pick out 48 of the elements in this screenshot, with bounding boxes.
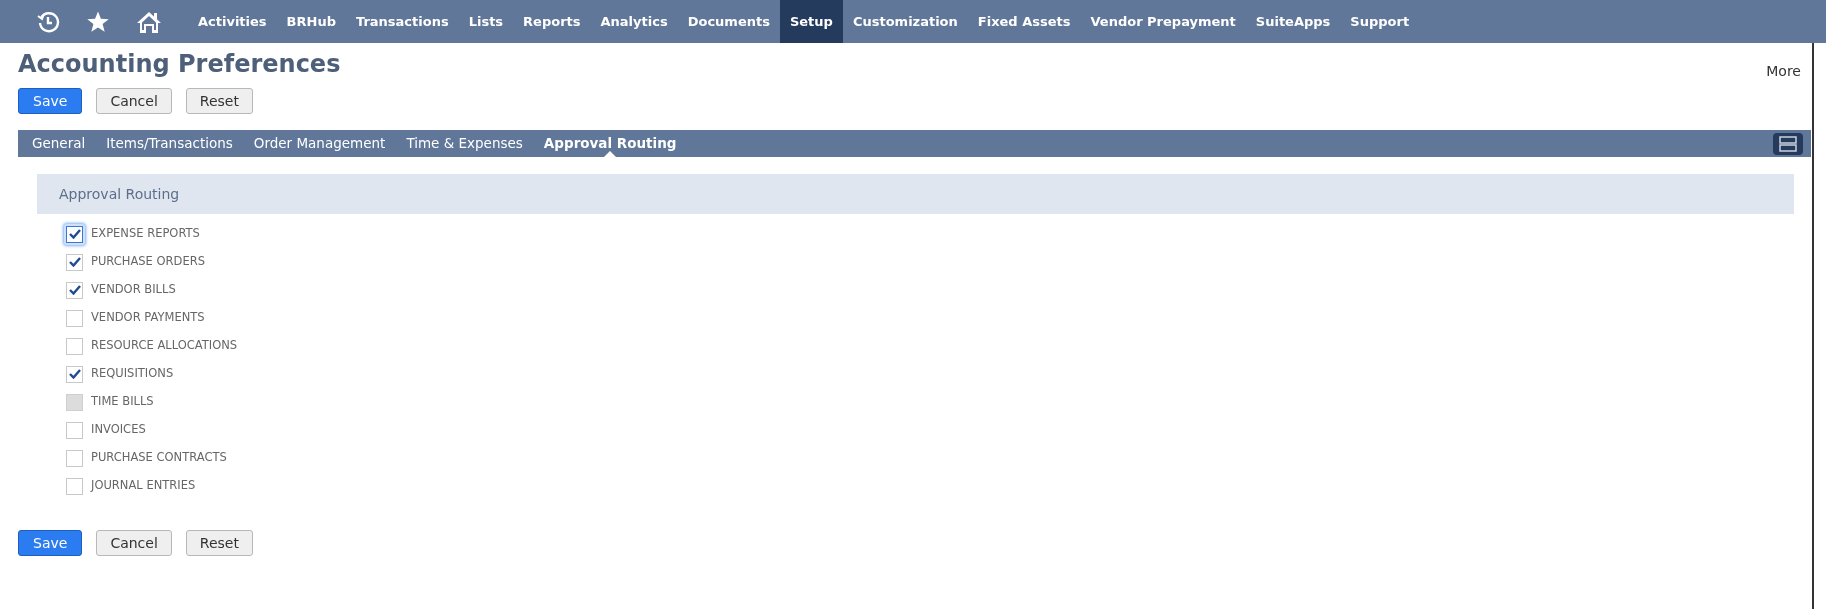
nav-menu-item[interactable]: Analytics [590,0,678,43]
page-title: Accounting Preferences [18,49,341,79]
tab[interactable]: Items/Transactions [106,130,233,157]
checkbox-label: JOURNAL ENTRIES [91,477,196,495]
checkbox[interactable] [66,337,83,355]
checkbox[interactable] [66,449,83,467]
nav-menu-item[interactable]: Activities [188,0,277,43]
checkbox-label: EXPENSE REPORTS [91,225,200,243]
section-title: Approval Routing [59,184,180,204]
checkbox[interactable] [66,281,83,299]
checkbox[interactable] [66,477,83,495]
checkbox-label: PURCHASE CONTRACTS [91,449,227,467]
nav-menu-item[interactable]: Fixed Assets [967,0,1081,43]
tab[interactable]: Order Management [253,130,386,157]
nav-menu-item[interactable]: Transactions [345,0,459,43]
checkbox-label: VENDOR BILLS [91,281,176,299]
tab[interactable]: Time & Expenses [406,130,523,157]
checkbox[interactable] [66,421,83,439]
more-link[interactable]: More [1766,61,1801,82]
nav-menu-item[interactable]: Customization [842,0,968,43]
action-button[interactable]: Reset [185,530,253,556]
nav-menu-item[interactable]: Documents [677,0,780,43]
nav-menu-item[interactable]: Reports [513,0,591,43]
nav-menu-item[interactable]: Support [1340,0,1420,43]
checkbox-label: VENDOR PAYMENTS [91,309,205,327]
nav-menu-item[interactable]: Lists [458,0,514,43]
checkbox[interactable] [66,365,83,383]
layout-toggle-button[interactable] [1773,132,1803,155]
home-icon[interactable] [136,9,162,34]
action-button[interactable]: Save [18,530,83,556]
checkbox[interactable] [66,309,83,327]
action-button[interactable]: Save [18,88,83,114]
nav-menu-item[interactable]: BRHub [276,0,346,43]
checkbox-label: RESOURCE ALLOCATIONS [91,337,238,355]
tab[interactable]: General [32,130,86,157]
checkbox-label: REQUISITIONS [91,365,174,383]
nav-menu-item[interactable]: Vendor Prepayment [1080,0,1246,43]
nav-menu-item[interactable]: SuiteApps [1245,0,1341,43]
action-button[interactable]: Reset [185,88,253,114]
history-icon[interactable] [36,9,60,34]
checkbox-label: TIME BILLS [91,393,154,411]
checkbox-label: INVOICES [91,421,146,439]
action-button[interactable]: Cancel [96,530,172,556]
tab[interactable]: Approval Routing [543,130,677,157]
action-button[interactable]: Cancel [96,88,172,114]
checkbox-label: PURCHASE ORDERS [91,253,205,271]
checkbox[interactable] [66,253,83,271]
nav-menu-item[interactable]: Setup [779,0,843,43]
